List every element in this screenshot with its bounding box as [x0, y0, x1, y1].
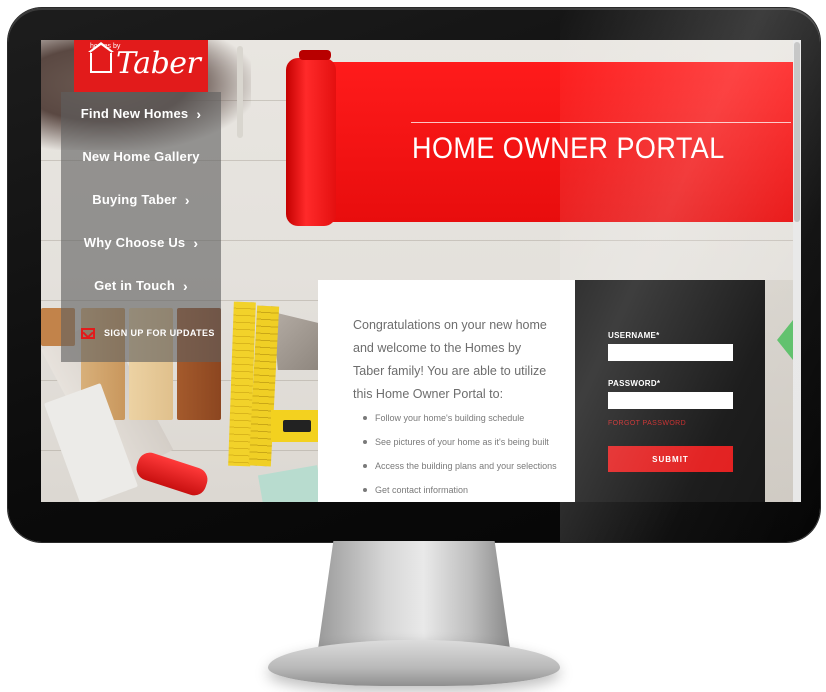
chevron-right-icon: ›	[196, 105, 202, 122]
list-item: See pictures of your home as it's being …	[361, 430, 571, 454]
nav-item-find-new-homes[interactable]: Find New Homes ›	[61, 92, 221, 135]
putty-knife-image	[273, 312, 321, 370]
welcome-text: Congratulations on your new home and wel…	[353, 318, 547, 401]
nav-item-why-choose-us[interactable]: Why Choose Us ›	[61, 221, 221, 264]
nav-item-get-in-touch[interactable]: Get in Touch ›	[61, 264, 221, 307]
list-item: Access the building plans and your selec…	[361, 454, 571, 478]
username-input[interactable]	[608, 344, 733, 361]
monitor-stand-base	[268, 640, 560, 686]
nav-item-label: Get in Touch	[94, 278, 175, 293]
chevron-right-icon: ›	[184, 191, 190, 208]
mail-icon	[81, 327, 95, 339]
page-scrollbar[interactable]	[793, 40, 801, 502]
chevron-right-icon: ›	[183, 277, 188, 294]
roller-cap	[299, 50, 331, 60]
site-logo[interactable]: homes by Taber	[74, 40, 208, 92]
feature-list: Follow your home's building schedule See…	[361, 406, 571, 502]
password-label: PASSWORD*	[608, 379, 661, 388]
username-label: USERNAME*	[608, 331, 660, 340]
side-navigation: Find New Homes › New Home Gallery Buying…	[61, 92, 221, 362]
logo-wordmark: Taber	[116, 46, 201, 81]
forgot-password-link[interactable]: FORGOT PASSWORD	[608, 420, 686, 427]
list-item: Follow your home's building schedule	[361, 406, 571, 430]
nav-item-label: New Home Gallery	[82, 149, 200, 164]
login-form: USERNAME* PASSWORD* FORGOT PASSWORD SUBM…	[575, 280, 765, 502]
roller-handle	[237, 46, 243, 138]
chevron-right-icon: ›	[193, 234, 199, 251]
nav-item-buying-taber[interactable]: Buying Taber ›	[61, 178, 221, 221]
nav-item-label: Why Choose Us	[83, 235, 186, 250]
nav-item-label: Buying Taber	[92, 192, 177, 207]
nav-item-label: Find New Homes	[80, 106, 189, 121]
nav-item-new-home-gallery[interactable]: New Home Gallery	[61, 135, 221, 178]
tile-swatch	[257, 465, 325, 502]
password-input[interactable]	[608, 392, 733, 409]
paint-roller-image	[286, 58, 336, 226]
monitor-screen: HOME OWNER PORTAL homes by Taber Find Ne…	[41, 40, 801, 502]
page-title: HOME OWNER PORTAL	[412, 132, 725, 165]
submit-button[interactable]: SUBMIT	[608, 446, 733, 472]
hero-divider	[411, 122, 791, 123]
scrollbar-thumb[interactable]	[794, 42, 800, 222]
arrow-decoration	[777, 320, 793, 360]
monitor-stand-neck	[318, 541, 510, 649]
mini-roller-image	[133, 449, 211, 499]
welcome-panel: Congratulations on your new home and wel…	[318, 280, 575, 502]
list-item: Get contact information	[361, 478, 571, 502]
level-image	[271, 410, 319, 442]
sign-up-updates-label: SIGN UP FOR UPDATES	[104, 328, 215, 338]
sign-up-updates-link[interactable]: SIGN UP FOR UPDATES	[61, 318, 221, 348]
house-icon	[88, 42, 114, 73]
background-strip	[765, 280, 793, 502]
